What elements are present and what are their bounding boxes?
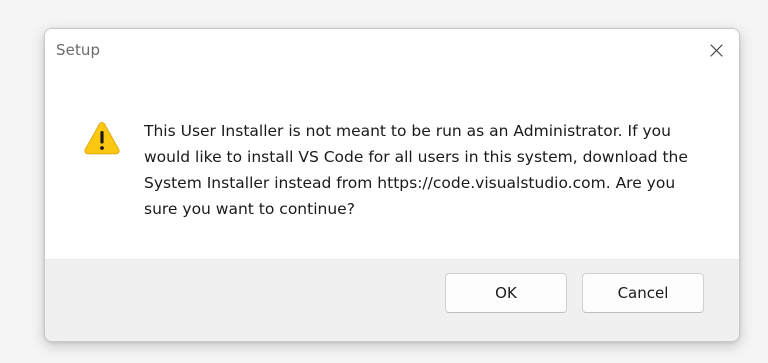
dialog-title: Setup — [56, 41, 101, 59]
setup-dialog: Setup This User Installer is not meant t… — [44, 28, 740, 342]
dialog-content: This User Installer is not meant to be r… — [45, 73, 739, 262]
title-bar[interactable]: Setup — [45, 29, 739, 73]
warning-icon — [84, 122, 120, 155]
dialog-message: This User Installer is not meant to be r… — [144, 122, 688, 218]
ok-button[interactable]: OK — [445, 273, 567, 313]
close-button[interactable] — [699, 35, 733, 65]
close-icon — [709, 43, 723, 57]
cancel-button[interactable]: Cancel — [582, 273, 704, 313]
dialog-footer: OK Cancel — [45, 259, 739, 341]
